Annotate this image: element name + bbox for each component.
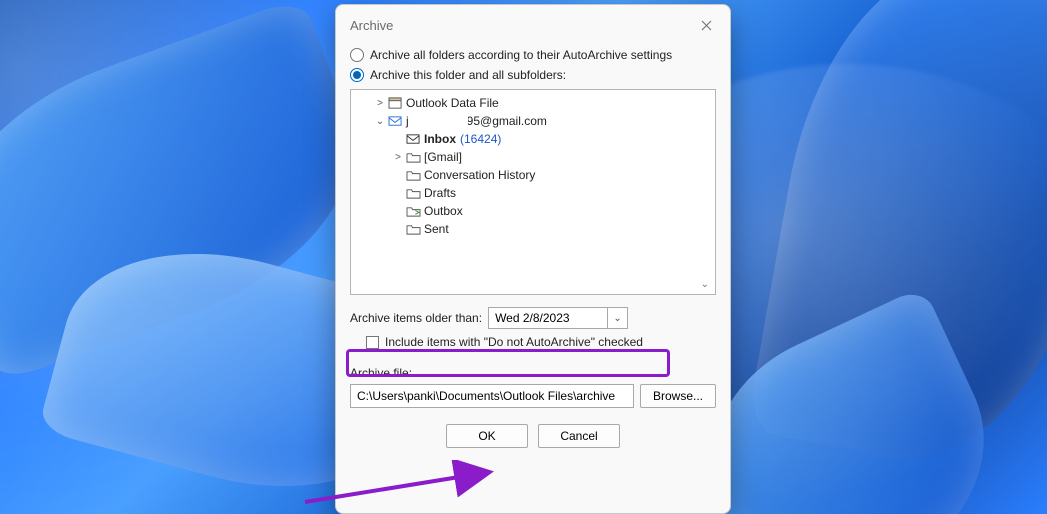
tree-label: Outbox bbox=[424, 204, 463, 218]
tree-label: Inbox bbox=[424, 132, 456, 146]
tree-label: Sent bbox=[424, 222, 449, 236]
collapse-icon[interactable]: ⌄ bbox=[373, 116, 387, 127]
tree-row[interactable]: Outbox bbox=[351, 202, 715, 220]
radio-icon bbox=[350, 48, 364, 62]
tree-row-account[interactable]: ⌄ j95@gmail.com bbox=[351, 112, 715, 130]
archive-file-input[interactable] bbox=[350, 384, 634, 408]
close-icon bbox=[701, 20, 712, 31]
radio-archive-this[interactable]: Archive this folder and all subfolders: bbox=[350, 68, 716, 82]
expand-icon[interactable]: > bbox=[373, 98, 387, 109]
dialog-title: Archive bbox=[350, 18, 393, 33]
archive-dialog: Archive Archive all folders according to… bbox=[335, 4, 731, 514]
inbox-icon bbox=[405, 132, 421, 146]
folder-icon bbox=[405, 168, 421, 182]
older-than-row: Archive items older than: ⌄ bbox=[350, 307, 716, 329]
chevron-down-icon[interactable]: ⌄ bbox=[701, 279, 709, 290]
tree-row[interactable]: Conversation History bbox=[351, 166, 715, 184]
radio-this-label: Archive this folder and all subfolders: bbox=[370, 68, 566, 82]
tree-row[interactable]: > [Gmail] bbox=[351, 148, 715, 166]
expand-icon[interactable]: > bbox=[391, 152, 405, 163]
tree-label: Drafts bbox=[424, 186, 456, 200]
mailbox-icon bbox=[387, 114, 403, 128]
folder-tree[interactable]: > Outlook Data File ⌄ j95@gmail.com Inbo… bbox=[350, 89, 716, 295]
datafile-icon bbox=[387, 96, 403, 110]
tree-label: Conversation History bbox=[424, 168, 535, 182]
checkbox-icon bbox=[366, 336, 379, 349]
outbox-icon bbox=[405, 204, 421, 218]
folder-icon bbox=[405, 186, 421, 200]
date-input[interactable] bbox=[489, 308, 607, 328]
radio-icon bbox=[350, 68, 364, 82]
tree-label: [Gmail] bbox=[424, 150, 462, 164]
tree-row-inbox[interactable]: Inbox (16424) bbox=[351, 130, 715, 148]
include-checkbox-row[interactable]: Include items with "Do not AutoArchive" … bbox=[366, 335, 716, 349]
date-picker[interactable]: ⌄ bbox=[488, 307, 628, 329]
older-label: Archive items older than: bbox=[350, 311, 482, 325]
tree-row[interactable]: Sent bbox=[351, 220, 715, 238]
browse-button[interactable]: Browse... bbox=[640, 384, 716, 408]
archive-file-label: Archive file: bbox=[350, 366, 716, 380]
folder-icon bbox=[405, 222, 421, 236]
close-button[interactable] bbox=[692, 13, 720, 37]
radio-all-label: Archive all folders according to their A… bbox=[370, 48, 672, 62]
titlebar: Archive bbox=[336, 5, 730, 43]
tree-label: Outlook Data File bbox=[406, 96, 499, 110]
cancel-button[interactable]: Cancel bbox=[538, 424, 620, 448]
radio-archive-all[interactable]: Archive all folders according to their A… bbox=[350, 48, 716, 62]
ok-button[interactable]: OK bbox=[446, 424, 528, 448]
tree-row-root[interactable]: > Outlook Data File bbox=[351, 94, 715, 112]
date-dropdown-button[interactable]: ⌄ bbox=[607, 308, 627, 328]
inbox-count: (16424) bbox=[460, 132, 501, 146]
include-label: Include items with "Do not AutoArchive" … bbox=[385, 335, 643, 349]
folder-icon bbox=[405, 150, 421, 164]
chevron-down-icon: ⌄ bbox=[613, 313, 621, 324]
redaction bbox=[412, 114, 468, 127]
tree-row[interactable]: Drafts bbox=[351, 184, 715, 202]
